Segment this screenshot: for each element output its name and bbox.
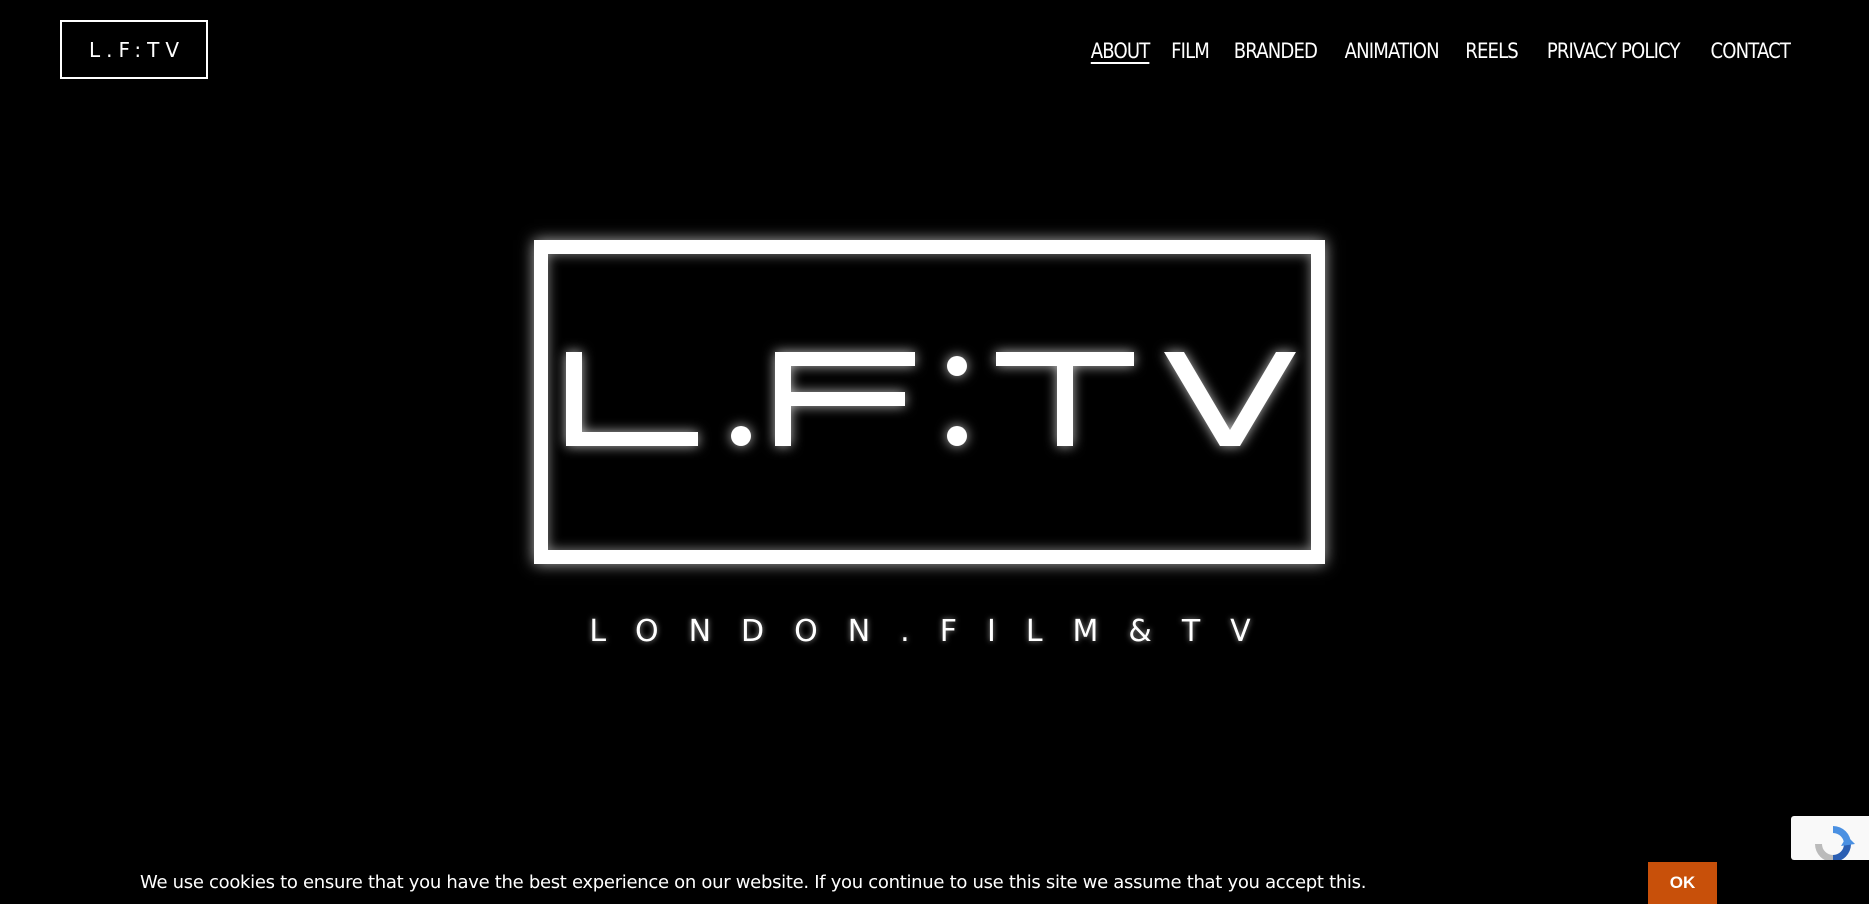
- nav-item-contact[interactable]: CONTACT: [1711, 36, 1791, 66]
- cookie-message: We use cookies to ensure that you have t…: [140, 872, 1367, 893]
- nav-item-animation[interactable]: ANIMATION: [1345, 36, 1440, 66]
- nav-item-privacy-policy[interactable]: PRIVACY POLICY: [1547, 36, 1681, 66]
- nav-item-about[interactable]: ABOUT: [1091, 36, 1150, 66]
- site-logo-text: L.F:TV: [88, 37, 186, 62]
- nav-item-branded[interactable]: BRANDED: [1233, 36, 1317, 66]
- hero-tagline: LONDON.FILM&TV: [589, 614, 1281, 649]
- main-nav: ABOUT FILM BRANDED ANIMATION REELS PRIVA…: [1072, 36, 1797, 66]
- site-logo[interactable]: L.F:TV: [60, 20, 208, 79]
- hero-logo-wordmark: [566, 352, 1296, 446]
- cookie-ok-button[interactable]: OK: [1648, 862, 1717, 904]
- nav-item-film[interactable]: FILM: [1172, 36, 1211, 66]
- cookie-banner: We use cookies to ensure that you have t…: [0, 862, 1869, 904]
- nav-item-reels[interactable]: REELS: [1465, 36, 1518, 66]
- recaptcha-badge[interactable]: [1791, 816, 1869, 860]
- recaptcha-icon: [1815, 826, 1855, 860]
